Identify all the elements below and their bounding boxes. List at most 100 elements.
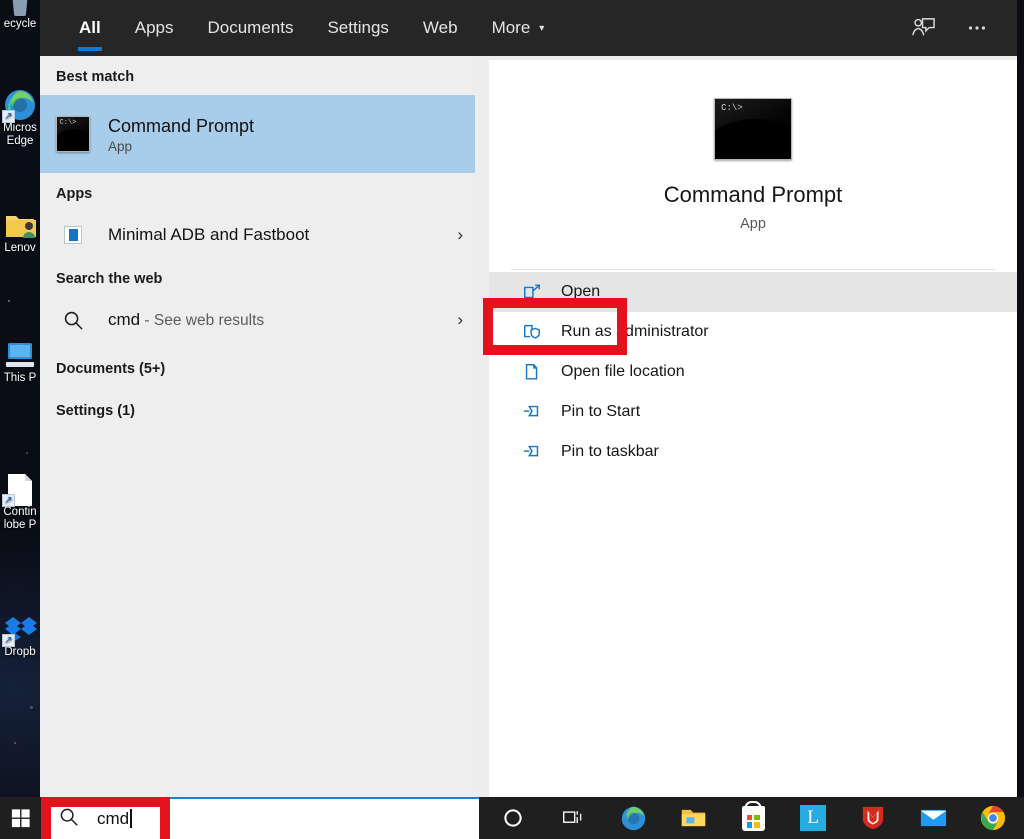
task-view-icon <box>561 807 585 829</box>
folder-user-icon <box>3 208 37 242</box>
file-explorer-button[interactable] <box>663 797 723 839</box>
shortcut-arrow-icon: ↗ <box>2 494 15 507</box>
task-view-button[interactable] <box>543 797 603 839</box>
search-tabs: All Apps Documents Settings Web More ▾ <box>40 0 561 56</box>
folder-location-icon <box>519 362 545 382</box>
action-pin-to-start[interactable]: Pin to Start <box>489 392 1017 432</box>
action-label: Pin to Start <box>561 403 640 421</box>
documents-heading[interactable]: Documents (5+) <box>40 343 475 387</box>
search-icon <box>56 309 90 332</box>
desktop-icon-label: Lenov <box>0 242 40 255</box>
desktop-icon-microsoft-edge[interactable]: ↗ Micros Edge <box>0 88 40 148</box>
best-match-heading: Best match <box>40 56 475 95</box>
chevron-right-icon: › <box>457 310 463 330</box>
ellipsis-icon <box>965 16 989 40</box>
google-chrome-icon <box>980 805 1006 831</box>
file-explorer-icon <box>680 806 707 830</box>
action-label: Open file location <box>561 363 685 381</box>
annotation-box-search-input <box>41 797 170 839</box>
action-pin-to-taskbar[interactable]: Pin to taskbar <box>489 432 1017 472</box>
start-button[interactable] <box>0 797 42 839</box>
shortcut-arrow-icon: ↗ <box>2 634 15 647</box>
this-pc-icon <box>3 338 37 372</box>
command-prompt-icon: C:\> <box>56 116 90 152</box>
microsoft-edge-button[interactable] <box>603 797 663 839</box>
recycle-bin-icon <box>3 0 37 18</box>
lenovo-vantage-button[interactable]: L <box>783 797 843 839</box>
desktop-icon-label-line2: Edge <box>0 135 40 148</box>
tab-label: All <box>79 18 101 38</box>
result-title: Minimal ADB and Fastboot <box>108 224 309 246</box>
feedback-button[interactable] <box>901 6 945 50</box>
command-prompt-text: C:\> <box>60 120 77 127</box>
web-query-text: cmd <box>108 310 140 329</box>
desktop-icon-this-pc[interactable]: This P <box>0 338 40 385</box>
tab-label: Web <box>423 18 458 38</box>
microsoft-edge-icon <box>620 805 647 832</box>
search-header: All Apps Documents Settings Web More ▾ <box>40 0 1017 56</box>
settings-heading[interactable]: Settings (1) <box>40 387 475 429</box>
result-title: Command Prompt <box>108 115 254 137</box>
desktop-icon-label-line2: lobe P <box>0 519 40 532</box>
taskbar-icons: L <box>483 797 1023 839</box>
desktop-icon-label: Dropb <box>0 646 40 659</box>
lenovo-vantage-icon: L <box>800 805 826 831</box>
mcafee-icon <box>861 805 885 831</box>
tab-apps[interactable]: Apps <box>118 0 191 56</box>
chevron-down-icon: ▾ <box>539 23 544 34</box>
header-actions <box>901 6 1017 50</box>
document-icon: ↗ <box>3 472 37 506</box>
web-query-suffix: - See web results <box>140 312 264 329</box>
app-icon <box>56 226 90 244</box>
preview-subtitle: App <box>489 216 1017 232</box>
shortcut-arrow-icon: ↗ <box>2 110 15 123</box>
command-prompt-icon: C:\> <box>714 98 792 160</box>
search-the-web-heading: Search the web <box>40 258 475 297</box>
desktop-icon-label: Micros <box>0 122 40 135</box>
desktop-icon-label: This P <box>0 372 40 385</box>
windows-start-icon <box>11 808 31 828</box>
desktop-icon-lenovo[interactable]: Lenov <box>0 208 40 255</box>
tab-web[interactable]: Web <box>406 0 475 56</box>
tab-label: More <box>492 18 531 38</box>
result-item-minimal-adb[interactable]: Minimal ADB and Fastboot › <box>40 212 475 258</box>
tab-settings[interactable]: Settings <box>310 0 405 56</box>
preview-title: Command Prompt <box>489 182 1017 208</box>
screen: ecycle ↗ Micros Edge Lenov <box>0 0 1024 839</box>
pin-icon <box>519 442 545 462</box>
desktop-icon-adobe-document[interactable]: ↗ Contin lobe P <box>0 472 40 532</box>
desktop-icon-label: ecycle <box>0 18 40 31</box>
mcafee-button[interactable] <box>843 797 903 839</box>
apps-heading: Apps <box>40 173 475 212</box>
search-flyout: All Apps Documents Settings Web More ▾ <box>40 0 1017 797</box>
action-label: Pin to taskbar <box>561 443 659 461</box>
result-item-web-search[interactable]: cmd - See web results › <box>40 297 475 343</box>
tab-label: Apps <box>135 18 174 38</box>
result-subtitle: App <box>108 139 254 154</box>
cortana-icon <box>502 807 524 829</box>
feedback-person-icon <box>911 16 936 41</box>
pin-icon <box>519 402 545 422</box>
preview-pane: C:\> Command Prompt App <box>489 60 1017 797</box>
tab-documents[interactable]: Documents <box>190 0 310 56</box>
tab-label: Settings <box>327 18 388 38</box>
search-body: Best match C:\> Command Prompt App Apps <box>40 56 1017 797</box>
microsoft-store-button[interactable] <box>723 797 783 839</box>
tab-all[interactable]: All <box>62 0 118 56</box>
desktop-icon-recycle-bin[interactable]: ecycle <box>0 0 40 31</box>
desktop-icon-label: Contin <box>0 506 40 519</box>
mail-icon <box>920 808 947 828</box>
result-item-command-prompt[interactable]: C:\> Command Prompt App <box>40 95 475 173</box>
command-prompt-text: C:\> <box>721 104 743 113</box>
tab-more[interactable]: More ▾ <box>475 0 562 56</box>
microsoft-edge-icon: ↗ <box>3 88 37 122</box>
chevron-right-icon: › <box>457 225 463 245</box>
action-open-file-location[interactable]: Open file location <box>489 352 1017 392</box>
google-chrome-button[interactable] <box>963 797 1023 839</box>
mail-button[interactable] <box>903 797 963 839</box>
annotation-box-open-action <box>483 298 627 355</box>
desktop-icon-dropbox[interactable]: ↗ Dropb <box>0 612 40 659</box>
cortana-button[interactable] <box>483 797 543 839</box>
more-options-button[interactable] <box>955 6 999 50</box>
microsoft-store-icon <box>742 806 765 831</box>
